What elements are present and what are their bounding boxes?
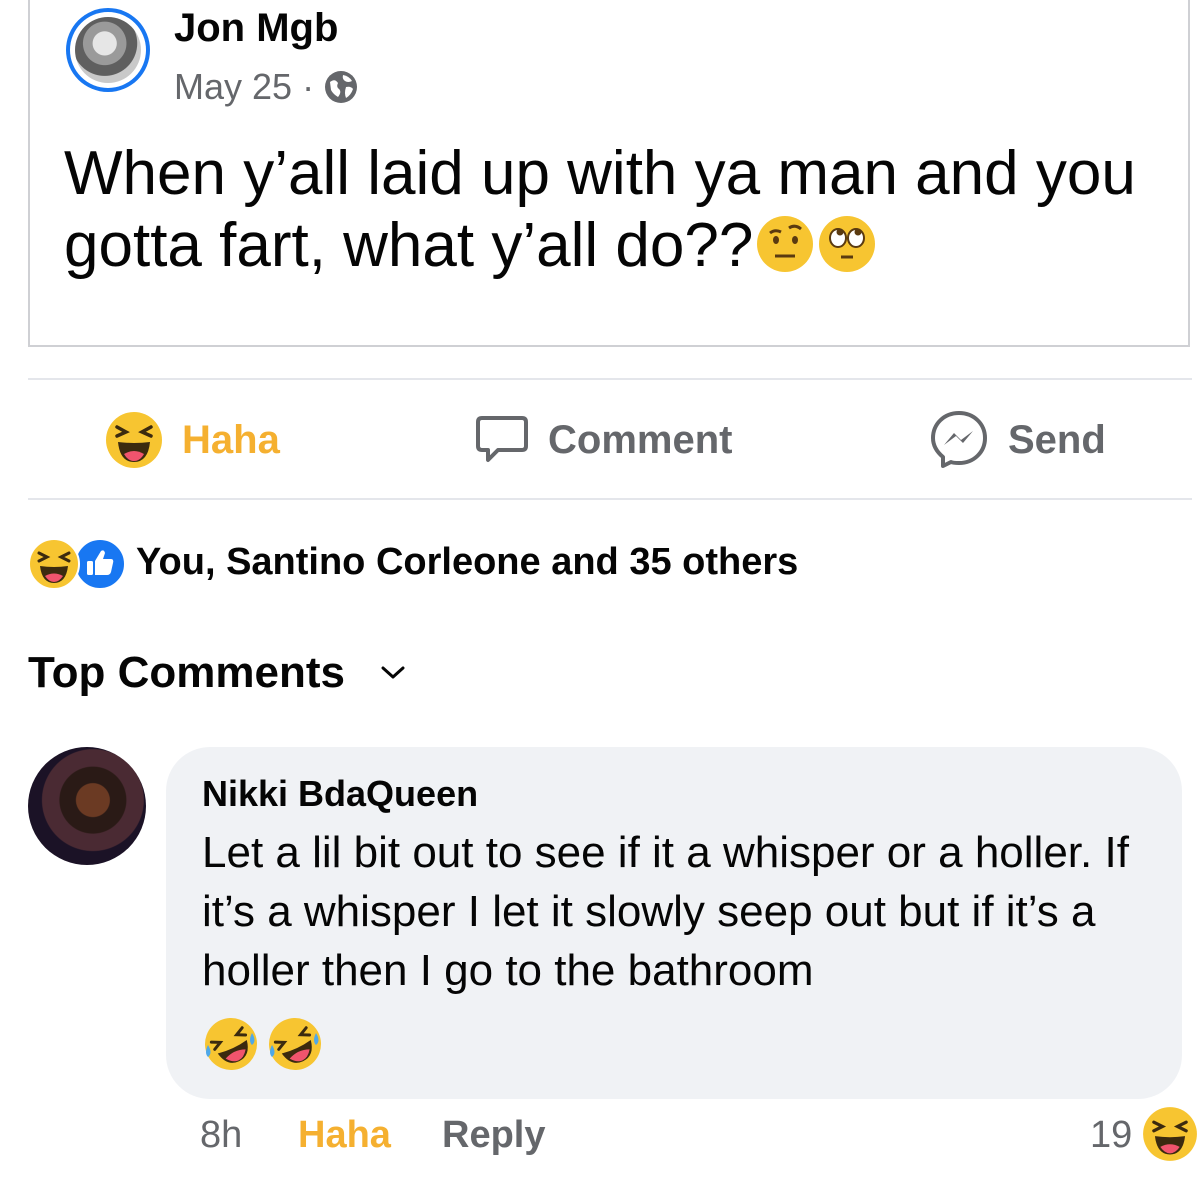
divider-top — [28, 378, 1192, 380]
divider-bottom — [28, 498, 1192, 500]
comment-emojis — [202, 1015, 324, 1073]
globe-icon — [325, 71, 358, 103]
reaction-icons — [28, 536, 128, 590]
haha-label: Haha — [182, 417, 280, 462]
comment-bubble: Nikki BdaQueen Let a lil bit out to see … — [166, 747, 1182, 1099]
comment-footer: 8h Haha Reply 19 — [0, 1107, 1200, 1166]
comment-icon — [476, 416, 528, 462]
author-name[interactable]: Jon Mgb — [174, 6, 338, 51]
comment-button[interactable]: Comment — [474, 382, 732, 498]
comment-reaction-count[interactable]: 19 — [1090, 1114, 1132, 1157]
rofl-emoji — [269, 1018, 321, 1070]
haha-icon — [106, 412, 162, 468]
comment-text: Let a lil bit out to see if it a whisper… — [202, 828, 1129, 995]
chevron-down-icon — [381, 666, 405, 679]
author-avatar[interactable] — [66, 8, 150, 92]
send-label: Send — [1008, 417, 1106, 462]
top-comments-label: Top Comments — [28, 648, 345, 697]
messenger-icon — [931, 411, 987, 468]
reactions-summary[interactable]: You, Santino Corleone and 35 others — [28, 536, 799, 590]
post-meta: May 25 · — [174, 66, 358, 108]
like-icon — [74, 538, 126, 590]
haha-count-icon[interactable] — [1142, 1106, 1198, 1162]
comment-label: Comment — [548, 417, 733, 462]
comment-time[interactable]: 8h — [200, 1114, 242, 1157]
facebook-post-page: Jon Mgb May 25 · When y’all laid up with… — [0, 0, 1200, 1187]
eye-roll-emoji — [819, 216, 876, 272]
action-bar: Haha Comment Send — [28, 382, 1192, 498]
comment-haha-button[interactable]: Haha — [298, 1114, 391, 1157]
send-button[interactable]: Send — [928, 382, 1106, 498]
raised-eyebrow-emoji — [757, 216, 814, 272]
commenter-avatar[interactable] — [28, 747, 146, 865]
post-body: When y’all laid up with ya man and you g… — [64, 139, 1136, 280]
top-comments-dropdown[interactable]: Top Comments — [28, 648, 407, 698]
post-text: When y’all laid up with ya man and you g… — [64, 138, 1164, 282]
comment-author[interactable]: Nikki BdaQueen — [202, 773, 478, 815]
reply-button[interactable]: Reply — [442, 1114, 545, 1157]
haha-reaction-icon — [28, 538, 80, 590]
author-photo — [75, 17, 141, 83]
haha-button[interactable]: Haha — [104, 382, 280, 498]
rofl-emoji — [205, 1018, 257, 1070]
post-date[interactable]: May 25 — [174, 66, 292, 108]
post-card: Jon Mgb May 25 · When y’all laid up with… — [28, 0, 1190, 347]
reactions-text: You, Santino Corleone and 35 others — [136, 540, 799, 583]
meta-separator: · — [302, 66, 315, 107]
